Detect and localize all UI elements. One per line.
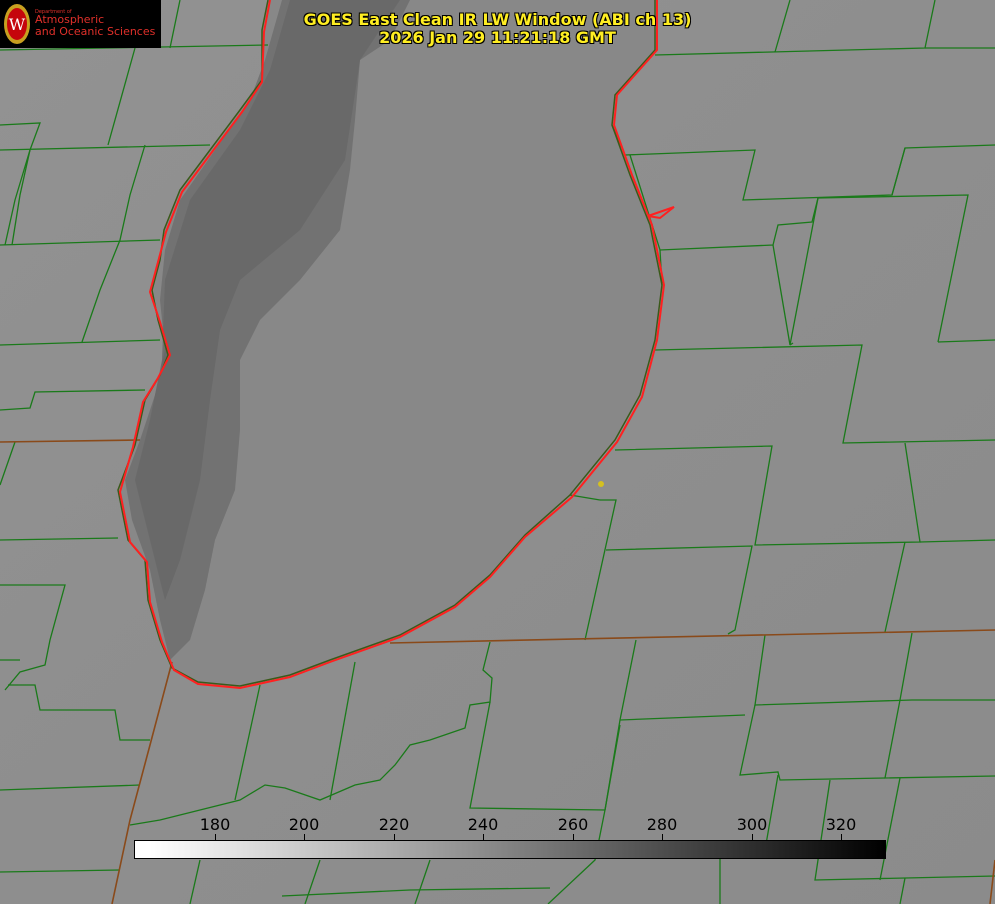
tick-label: 260	[557, 815, 589, 834]
tick-mark	[752, 834, 753, 840]
tick-mark	[573, 834, 574, 840]
tick-label: 180	[199, 815, 231, 834]
tick-label: 300	[736, 815, 768, 834]
tick-mark	[483, 834, 484, 840]
tick-mark	[394, 834, 395, 840]
image-title: GOES East Clean IR LW Window (ABI ch 13)…	[0, 11, 995, 47]
title-timestamp: 2026 Jan 29 11:21:18 GMT	[379, 28, 616, 47]
location-marker	[598, 481, 604, 487]
tick-label: 240	[467, 815, 499, 834]
tick-label: 320	[825, 815, 857, 834]
map-canvas	[0, 0, 995, 904]
satellite-map: W Department of Atmospheric and Oceanic …	[0, 0, 995, 904]
tick-mark	[215, 834, 216, 840]
title-line1: GOES East Clean IR LW Window (ABI ch 13)	[303, 10, 692, 29]
colorbar	[134, 840, 886, 859]
tick-label: 200	[288, 815, 320, 834]
tick-mark	[841, 834, 842, 840]
tick-mark	[662, 834, 663, 840]
tick-label: 220	[378, 815, 410, 834]
tick-mark	[304, 834, 305, 840]
tick-label: 280	[646, 815, 678, 834]
